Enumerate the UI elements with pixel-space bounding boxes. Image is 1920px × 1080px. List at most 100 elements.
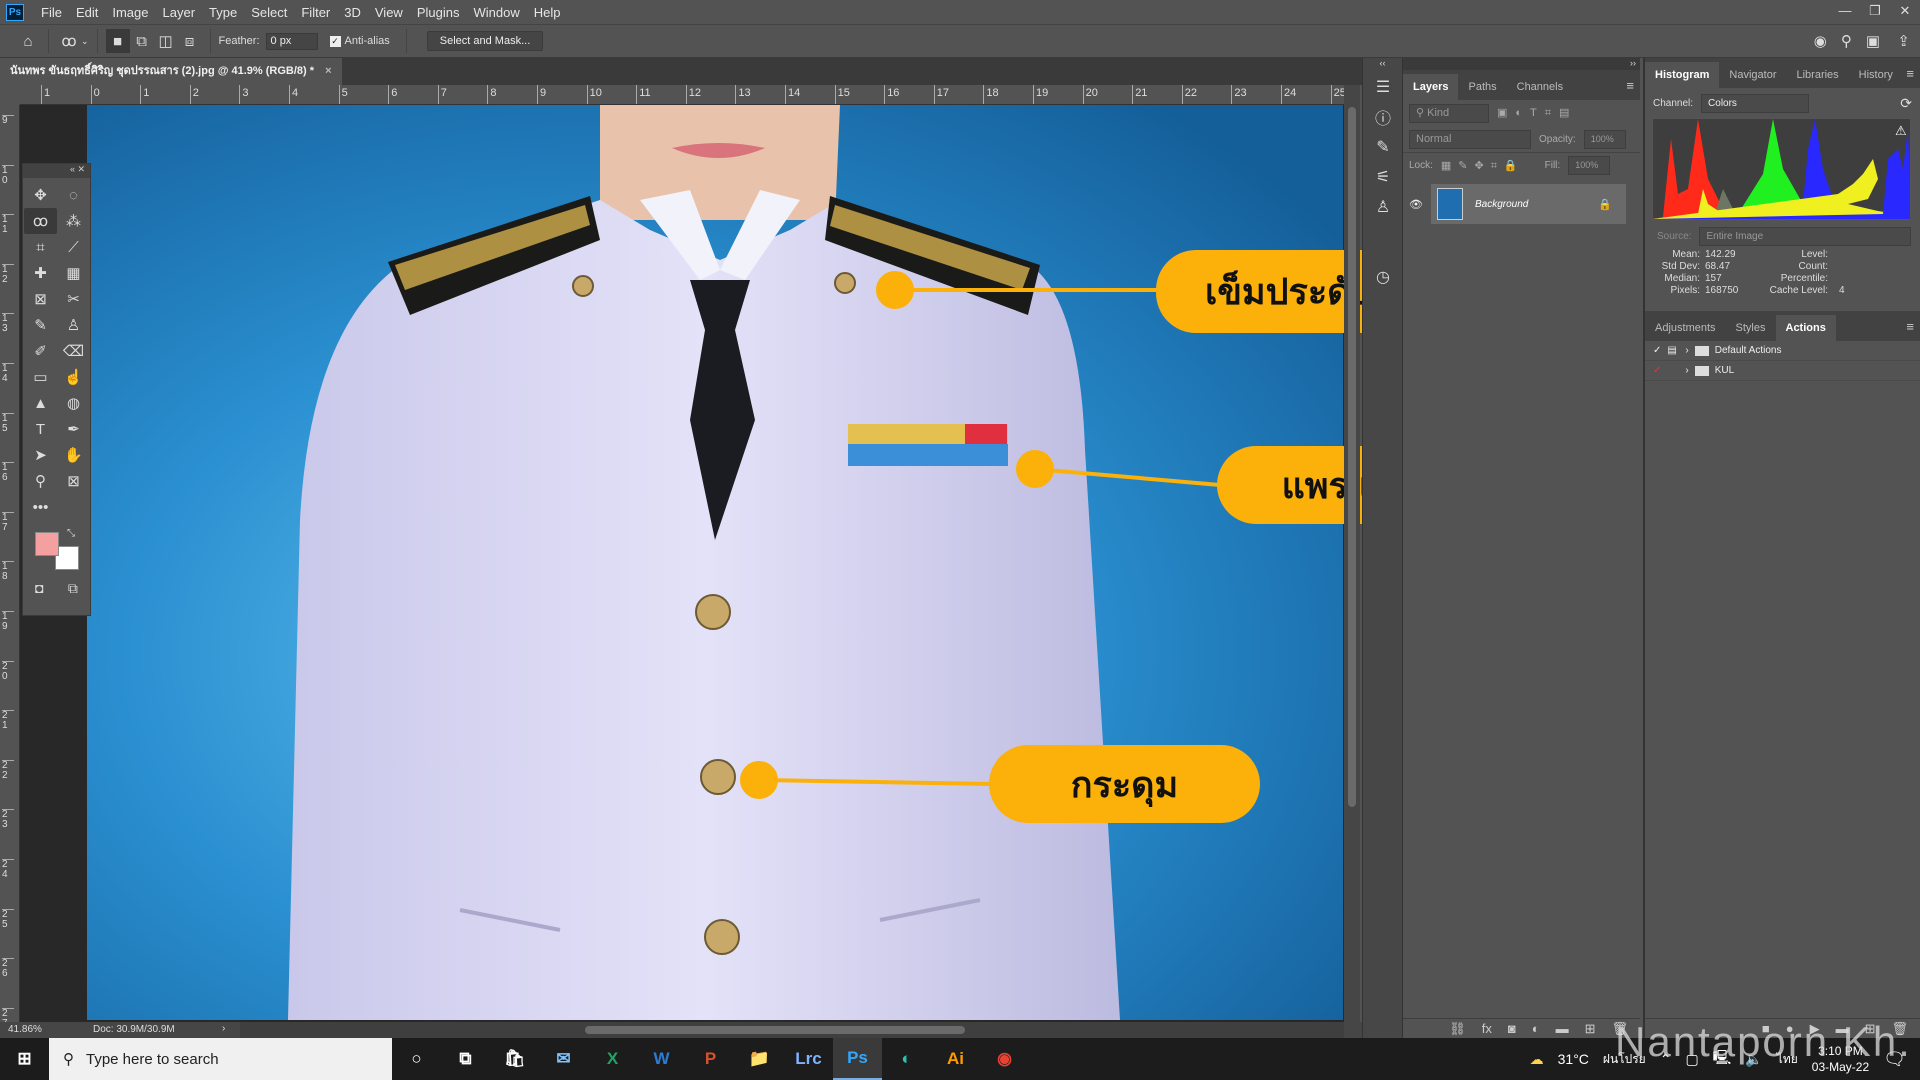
frame-tool-icon[interactable]: ⊠ (24, 286, 57, 312)
menu-view[interactable]: View (368, 5, 410, 20)
minimize-button[interactable]: — (1830, 0, 1860, 22)
tab-navigator[interactable]: Navigator (1719, 62, 1786, 88)
vertical-scrollbar[interactable] (1344, 85, 1360, 1022)
sharpen-tool-icon[interactable]: ▲ (24, 390, 57, 416)
brush-tool-icon[interactable]: ✎ (24, 312, 57, 338)
search-icon[interactable]: ⚲ (1841, 32, 1852, 50)
menu-type[interactable]: Type (202, 5, 244, 20)
hand-tool-icon[interactable]: ✋ (57, 442, 90, 468)
more-tool-icon[interactable]: ••• (24, 494, 57, 520)
cortana-icon[interactable]: ○ (392, 1038, 441, 1080)
horizontal-scrollbar[interactable] (240, 1022, 1344, 1038)
ruler-vertical[interactable]: 9 1 0 1 1 1 2 1 3 1 4 1 5 1 6 1 7 1 8 1 9 2 0 2 1 2 2… (0, 105, 20, 1022)
layer-name[interactable]: Background (1475, 199, 1528, 210)
lock-icons[interactable]: ▦✎✥⌗🔒 (1441, 159, 1525, 173)
zoom-tool-icon[interactable]: ⚲ (24, 468, 57, 494)
magic-wand-tool-icon[interactable]: ⁂ (57, 208, 90, 234)
new-layer-icon[interactable]: ⊞ (1585, 1021, 1596, 1037)
sponge-tool-icon[interactable]: ◍ (57, 390, 90, 416)
tab-libraries[interactable]: Libraries (1786, 62, 1848, 88)
adjustment-layer-icon[interactable]: ◐ (1532, 1021, 1540, 1036)
menu-help[interactable]: Help (527, 5, 568, 20)
collapse-tools-icon[interactable]: « ✕ (23, 164, 90, 178)
checkmark-icon[interactable]: ✓ (1653, 345, 1661, 356)
swap-colors-icon[interactable]: ⤡ (67, 528, 75, 539)
artboard-tool-icon[interactable]: ⊠ (57, 468, 90, 494)
menu-file[interactable]: File (34, 5, 69, 20)
source-dropdown[interactable]: Entire Image (1699, 226, 1912, 246)
action-set-name[interactable]: Default Actions (1715, 345, 1782, 356)
new-group-icon[interactable]: ▬ (1556, 1021, 1569, 1036)
action-set-row[interactable]: ✓ ▤ › Default Actions (1645, 341, 1920, 361)
clone-source-icon[interactable]: ♙ (1363, 192, 1403, 222)
taskbar-store-icon[interactable]: 🛍 (490, 1038, 539, 1080)
tab-adjustments[interactable]: Adjustments (1645, 315, 1726, 341)
menu-filter[interactable]: Filter (294, 5, 337, 20)
lasso-tool-icon[interactable]: ꝏ (24, 208, 57, 234)
taskbar-word-icon[interactable]: W (637, 1038, 686, 1080)
fx-icon[interactable]: fx (1482, 1021, 1492, 1036)
taskbar-mail-icon[interactable]: ✉ (539, 1038, 588, 1080)
filter-kind-dropdown[interactable]: ⚲ Kind (1409, 103, 1489, 123)
properties-icon[interactable]: ☰ (1363, 72, 1403, 102)
warning-icon[interactable]: ⚠ (1895, 123, 1907, 138)
tab-history[interactable]: History (1849, 62, 1903, 88)
scissors-tool-icon[interactable]: ✂ (57, 286, 90, 312)
home-icon[interactable]: ⌂ (16, 29, 40, 53)
tab-channels[interactable]: Channels (1507, 74, 1573, 100)
lasso-tool-preset-icon[interactable]: ꝏ (57, 29, 81, 53)
menu-edit[interactable]: Edit (69, 5, 105, 20)
menu-3d[interactable]: 3D (337, 5, 368, 20)
crop-tool-icon[interactable]: ⌗ (24, 234, 57, 260)
expand-icon[interactable]: ›› (1403, 58, 1640, 70)
link-layers-icon[interactable]: ⛓ (1449, 1021, 1466, 1037)
tab-paths[interactable]: Paths (1458, 74, 1506, 100)
foreground-color-swatch[interactable] (35, 532, 59, 556)
subtract-selection-icon[interactable]: ◫ (154, 29, 178, 53)
stamp-tool-icon[interactable]: ♙ (57, 312, 90, 338)
new-selection-icon[interactable]: ■ (105, 29, 130, 53)
patch-tool-icon[interactable]: ▦ (57, 260, 90, 286)
task-view-icon[interactable]: ⧉ (441, 1038, 490, 1080)
info-icon[interactable]: ⓘ (1363, 102, 1403, 132)
blend-mode-dropdown[interactable]: Normal (1409, 129, 1531, 149)
taskbar-edge-icon[interactable]: ◐ (882, 1038, 931, 1080)
action-set-row[interactable]: ✓ › KUL (1645, 361, 1920, 381)
menu-layer[interactable]: Layer (156, 5, 203, 20)
action-set-name[interactable]: KUL (1715, 365, 1734, 376)
workspace-icon[interactable]: ▣ (1866, 32, 1880, 50)
brush-presets-icon[interactable]: ✎ (1363, 132, 1403, 162)
actions-menu-icon[interactable]: ≡ (1906, 319, 1914, 334)
add-mask-icon[interactable]: ◙ (1508, 1021, 1516, 1036)
close-tab-icon[interactable]: × (325, 65, 331, 77)
expand-chevron-icon[interactable]: › (1685, 365, 1688, 376)
screen-mode-icon[interactable]: ⧉ (68, 580, 78, 597)
history-brush-tool-icon[interactable]: ✐ (24, 338, 57, 364)
menu-plugins[interactable]: Plugins (410, 5, 467, 20)
restore-button[interactable]: ❐ (1860, 0, 1890, 22)
histogram-menu-icon[interactable]: ≡ (1906, 66, 1914, 81)
refresh-icon[interactable]: ⟳ (1900, 95, 1912, 112)
windows-start-icon[interactable]: ⊞ (0, 1038, 49, 1080)
panel-menu-icon[interactable]: ≡ (1626, 78, 1634, 93)
add-selection-icon[interactable]: ⧉ (130, 29, 154, 53)
dialog-toggle-icon[interactable]: ▤ (1667, 345, 1679, 356)
menu-window[interactable]: Window (466, 5, 526, 20)
expand-chevron-icon[interactable]: › (1685, 345, 1688, 356)
path-select-tool-icon[interactable]: ➤ (24, 442, 57, 468)
type-tool-icon[interactable]: T (24, 416, 57, 442)
smudge-tool-icon[interactable]: ☝ (57, 364, 90, 390)
brush-settings-icon[interactable]: ⚟ (1363, 162, 1403, 192)
taskbar-lrc-icon[interactable]: Lrc (784, 1038, 833, 1080)
select-and-mask-button[interactable]: Select and Mask... (426, 31, 544, 51)
tab-histogram[interactable]: Histogram (1645, 62, 1720, 88)
feather-input[interactable]: 0 px (265, 32, 318, 50)
channel-dropdown[interactable]: Colors (1701, 93, 1810, 113)
close-window-button[interactable]: ✕ (1890, 0, 1920, 22)
taskbar-ai-icon[interactable]: Ai (931, 1038, 980, 1080)
filter-icons[interactable]: ▣◐T⌗▤ (1497, 106, 1577, 120)
taskbar-chrome-icon[interactable]: ◉ (980, 1038, 1029, 1080)
layer-row-background[interactable]: 👁 Background 🔒 (1409, 184, 1626, 224)
chevron-down-icon[interactable]: ⌄ (81, 36, 89, 47)
ruler-horizontal[interactable]: 1 0 1 2 3 4 5 6 7 8 9 10 11 12 13 14 15 16 17 18 19 20 21 22 23 2… (20, 85, 1344, 105)
